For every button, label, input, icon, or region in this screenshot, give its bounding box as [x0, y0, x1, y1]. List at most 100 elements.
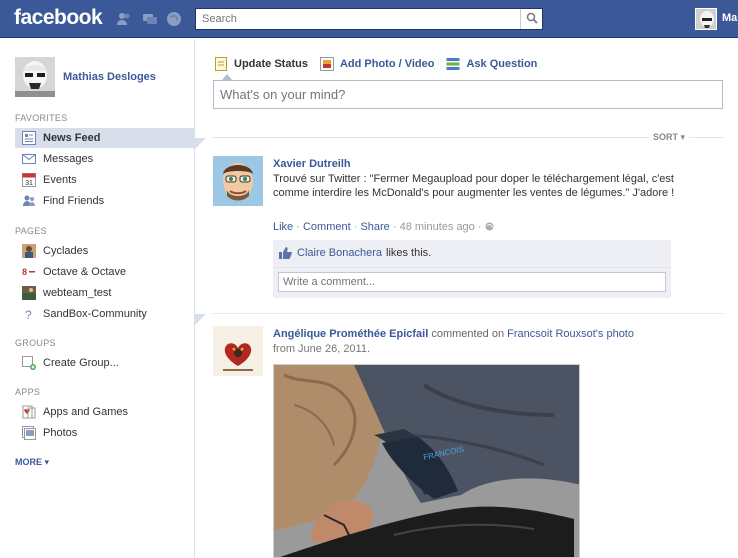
thumbs-up-icon: [279, 247, 292, 259]
top-bar: facebook Ma: [0, 0, 738, 38]
story-object-link[interactable]: Francsoit Rouxsot's photo: [507, 328, 634, 340]
photos-icon: [21, 425, 37, 441]
cyclades-page-icon: [21, 243, 37, 259]
search-icon: [526, 12, 538, 27]
tab-add-photo-video[interactable]: Add Photo / Video: [319, 57, 435, 71]
sidebar-item-label: Messages: [43, 153, 94, 165]
like-link[interactable]: Like: [273, 221, 293, 233]
story-header: Angélique Prométhée Epicfail commented o…: [273, 327, 713, 341]
feed-divider: [212, 137, 724, 138]
status-input[interactable]: [214, 81, 722, 108]
story-actor[interactable]: Angélique Prométhée Epicfail: [273, 328, 428, 340]
sidebar-item-label: Events: [43, 174, 77, 186]
tab-ask-question[interactable]: Ask Question: [446, 57, 537, 71]
tab-label: Update Status: [234, 58, 308, 70]
angelique-avatar[interactable]: [213, 326, 263, 376]
sidebar-item-sandbox-community[interactable]: ? SandBox-Community: [15, 304, 194, 324]
profile-avatar[interactable]: [15, 57, 55, 97]
story-message: Trouvé sur Twitter : "Fermer Megaupload …: [273, 173, 675, 199]
find-friends-icon: [21, 193, 37, 209]
facebook-logo[interactable]: facebook: [14, 6, 103, 30]
column-divider: [194, 39, 195, 558]
tab-update-status[interactable]: Update Status: [214, 57, 308, 71]
sidebar-item-events[interactable]: 31 Events: [15, 170, 194, 190]
sidebar-item-label: Create Group...: [43, 357, 119, 369]
sidebar-item-photos[interactable]: Photos: [15, 423, 194, 443]
messages-jewel-icon[interactable]: [142, 11, 158, 27]
tab-label: Add Photo / Video: [339, 58, 435, 70]
top-user-name[interactable]: Ma: [722, 12, 737, 24]
sort-button[interactable]: SORT ▾: [649, 132, 690, 143]
story-divider: [212, 313, 724, 314]
privacy-globe-icon[interactable]: [485, 221, 494, 233]
sidebar-item-create-group[interactable]: Create Group...: [15, 353, 194, 373]
webteam-page-icon: [21, 285, 37, 301]
sidebar-item-label: Octave & Octave: [43, 266, 127, 278]
search-box[interactable]: [195, 8, 543, 30]
svg-text:31: 31: [25, 180, 33, 187]
story-actions: Like · Comment · Share · 48 minutes ago …: [273, 221, 494, 233]
photo-icon: [319, 57, 334, 71]
profile-name[interactable]: Mathias Desloges: [63, 71, 156, 83]
comment-box[interactable]: [278, 272, 666, 292]
comment-input[interactable]: [279, 273, 665, 291]
share-link[interactable]: Share: [360, 221, 389, 233]
story-date: from June 26, 2011.: [273, 343, 371, 355]
story-marker: [195, 138, 206, 149]
more-link[interactable]: MORE ▾: [15, 457, 49, 468]
chevron-down-icon: ▾: [680, 132, 686, 142]
sidebar-item-octave-octave[interactable]: 8 Octave & Octave: [15, 262, 194, 282]
sidebar-item-label: News Feed: [43, 132, 101, 144]
sidebar-item-apps-and-games[interactable]: Apps and Games: [15, 402, 194, 422]
sidebar-item-messages[interactable]: Messages: [15, 149, 194, 169]
top-avatar[interactable]: [695, 8, 717, 30]
sidebar-item-label: Apps and Games: [43, 406, 128, 418]
likes-sentence: Claire Bonachera likes this.: [279, 247, 431, 259]
sidebar-item-cyclades[interactable]: Cyclades: [15, 241, 194, 261]
sidebar-item-news-feed[interactable]: News Feed: [15, 128, 194, 148]
story-header: Xavier Dutreilh: [273, 157, 713, 171]
pages-heading: PAGES: [15, 226, 47, 236]
composer-tabs: Update Status Add Photo / Video Ask Ques…: [214, 56, 549, 72]
story-marker: [195, 314, 206, 325]
timestamp[interactable]: 48 minutes ago: [400, 221, 475, 233]
story-verb: commented on: [431, 328, 505, 340]
octave-page-icon: 8: [21, 264, 37, 280]
question-mark-icon: ?: [21, 306, 37, 322]
xavier-avatar[interactable]: [213, 156, 263, 206]
apps-heading: APPS: [15, 387, 41, 397]
groups-heading: GROUPS: [15, 338, 56, 348]
left-sidebar: Mathias Desloges FAVORITES News Feed Mes…: [0, 39, 194, 558]
feedback-divider: [273, 267, 671, 268]
tab-label: Ask Question: [466, 58, 538, 70]
news-feed-icon: [21, 130, 37, 146]
sidebar-item-label: Find Friends: [43, 195, 105, 207]
search-button[interactable]: [520, 9, 542, 29]
comment-link[interactable]: Comment: [303, 221, 351, 233]
feedback-box: Claire Bonachera likes this.: [273, 240, 671, 298]
liker-name[interactable]: Claire Bonachera: [297, 247, 382, 259]
friend-requests-icon[interactable]: [116, 11, 132, 27]
question-icon: [446, 57, 460, 71]
chevron-down-icon: ▾: [44, 457, 50, 467]
create-group-icon: [21, 355, 37, 371]
status-icon: [214, 57, 228, 71]
search-input[interactable]: [196, 9, 516, 29]
favorites-heading: FAVORITES: [15, 113, 68, 123]
sidebar-item-label: webteam_test: [43, 287, 112, 299]
sidebar-item-find-friends[interactable]: Find Friends: [15, 191, 194, 211]
svg-text:?: ?: [25, 308, 32, 321]
story-photo[interactable]: FRANCOIS: [273, 364, 580, 558]
likes-suffix: likes this.: [386, 247, 432, 259]
status-composer[interactable]: [213, 80, 723, 109]
sidebar-item-label: SandBox-Community: [43, 308, 147, 320]
messages-icon: [21, 151, 37, 167]
sidebar-item-webteam-test[interactable]: webteam_test: [15, 283, 194, 303]
more-label: MORE: [15, 457, 42, 467]
events-icon: 31: [21, 172, 37, 188]
story-actor[interactable]: Xavier Dutreilh: [273, 158, 351, 170]
notifications-globe-icon[interactable]: [166, 11, 182, 27]
sidebar-profile[interactable]: Mathias Desloges: [15, 57, 156, 97]
svg-text:8: 8: [22, 267, 27, 277]
apps-games-icon: [21, 404, 37, 420]
